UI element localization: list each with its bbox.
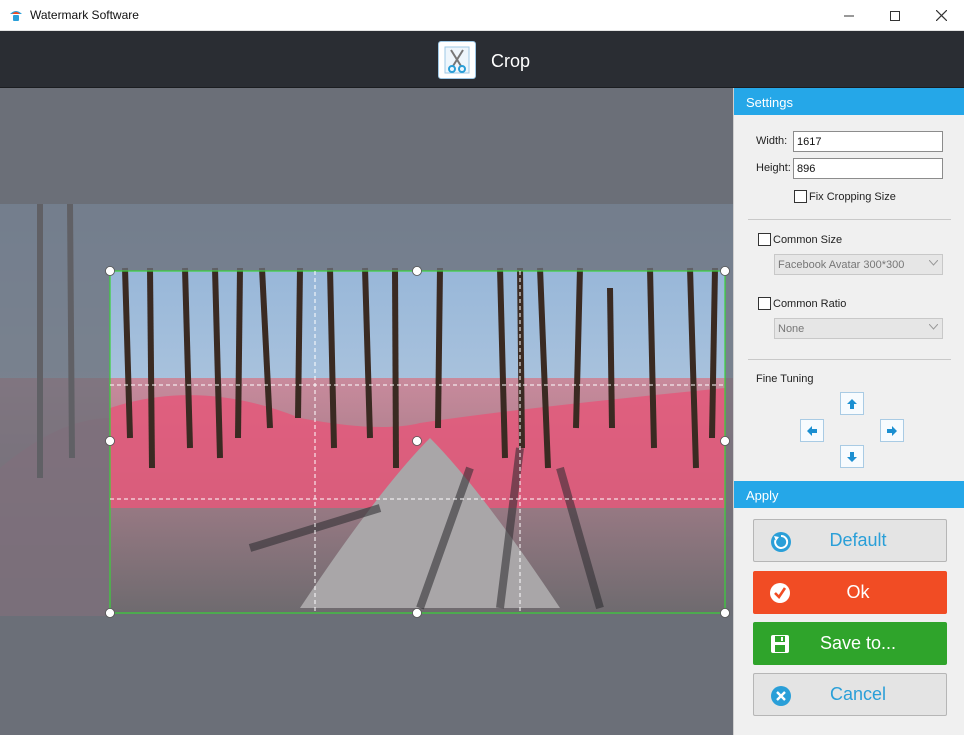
common-ratio-value: None: [778, 323, 805, 335]
crop-handle-left[interactable]: [105, 436, 115, 446]
default-button[interactable]: Default: [753, 519, 947, 562]
reset-icon: [771, 532, 791, 552]
arrow-down-icon: [847, 451, 857, 462]
crop-handle-bottom-left[interactable]: [105, 608, 115, 618]
cancel-button[interactable]: Cancel: [753, 673, 947, 716]
height-label: Height:: [756, 162, 791, 174]
crop-handle-top-right[interactable]: [720, 266, 730, 276]
divider: [748, 359, 951, 360]
nudge-up-button[interactable]: [840, 392, 864, 415]
crop-handle-right[interactable]: [720, 436, 730, 446]
close-button[interactable]: [918, 0, 964, 31]
common-size-checkbox[interactable]: [758, 233, 771, 246]
minimize-button[interactable]: [826, 0, 872, 31]
title-bar: Watermark Software: [0, 0, 964, 31]
crop-handle-top[interactable]: [412, 266, 422, 276]
save-to-button[interactable]: Save to...: [753, 622, 947, 665]
ok-button[interactable]: Ok: [753, 571, 947, 614]
cancel-icon: [771, 686, 791, 706]
common-size-value: Facebook Avatar 300*300: [778, 259, 905, 271]
arrow-up-icon: [847, 398, 857, 409]
crop-handle-bottom-right[interactable]: [720, 608, 730, 618]
scissors-icon: [438, 41, 476, 79]
nudge-down-button[interactable]: [840, 445, 864, 468]
common-ratio-checkbox[interactable]: [758, 297, 771, 310]
fine-tuning-label: Fine Tuning: [756, 373, 814, 385]
fix-cropping-size-checkbox[interactable]: [794, 190, 807, 203]
maximize-button[interactable]: [872, 0, 918, 31]
common-size-label: Common Size: [773, 234, 843, 246]
settings-header: Settings: [734, 88, 964, 115]
arrow-right-icon: [887, 425, 897, 436]
crop-canvas[interactable]: [0, 88, 733, 735]
common-ratio-label: Common Ratio: [773, 298, 847, 310]
crop-handle-bottom[interactable]: [412, 608, 422, 618]
checkmark-icon: [770, 583, 790, 603]
fix-cropping-size-label: Fix Cropping Size: [809, 191, 896, 203]
common-ratio-select[interactable]: None: [774, 318, 943, 339]
minimize-icon: [844, 15, 854, 16]
crop-handle-top-left[interactable]: [105, 266, 115, 276]
save-icon: [771, 635, 789, 653]
chevron-down-icon: [929, 324, 938, 330]
close-icon: [935, 10, 947, 21]
app-logo-icon: [10, 11, 22, 21]
settings-panel: Settings Width: Height: Fix Cropping Siz…: [733, 88, 964, 735]
height-input[interactable]: [793, 158, 943, 179]
apply-header: Apply: [734, 481, 964, 508]
nudge-left-button[interactable]: [800, 419, 824, 442]
toolbar-header: Crop: [0, 31, 964, 88]
window-title: Watermark Software: [30, 8, 139, 22]
maximize-icon: [890, 10, 900, 21]
chevron-down-icon: [929, 260, 938, 266]
arrow-left-icon: [807, 425, 817, 436]
page-title: Crop: [491, 51, 531, 71]
width-input[interactable]: [793, 131, 943, 152]
divider: [748, 219, 951, 220]
crop-handle-center[interactable]: [412, 436, 422, 446]
width-label: Width:: [756, 135, 788, 147]
common-size-select[interactable]: Facebook Avatar 300*300: [774, 254, 943, 275]
preview-image: [0, 88, 733, 735]
nudge-right-button[interactable]: [880, 419, 904, 442]
